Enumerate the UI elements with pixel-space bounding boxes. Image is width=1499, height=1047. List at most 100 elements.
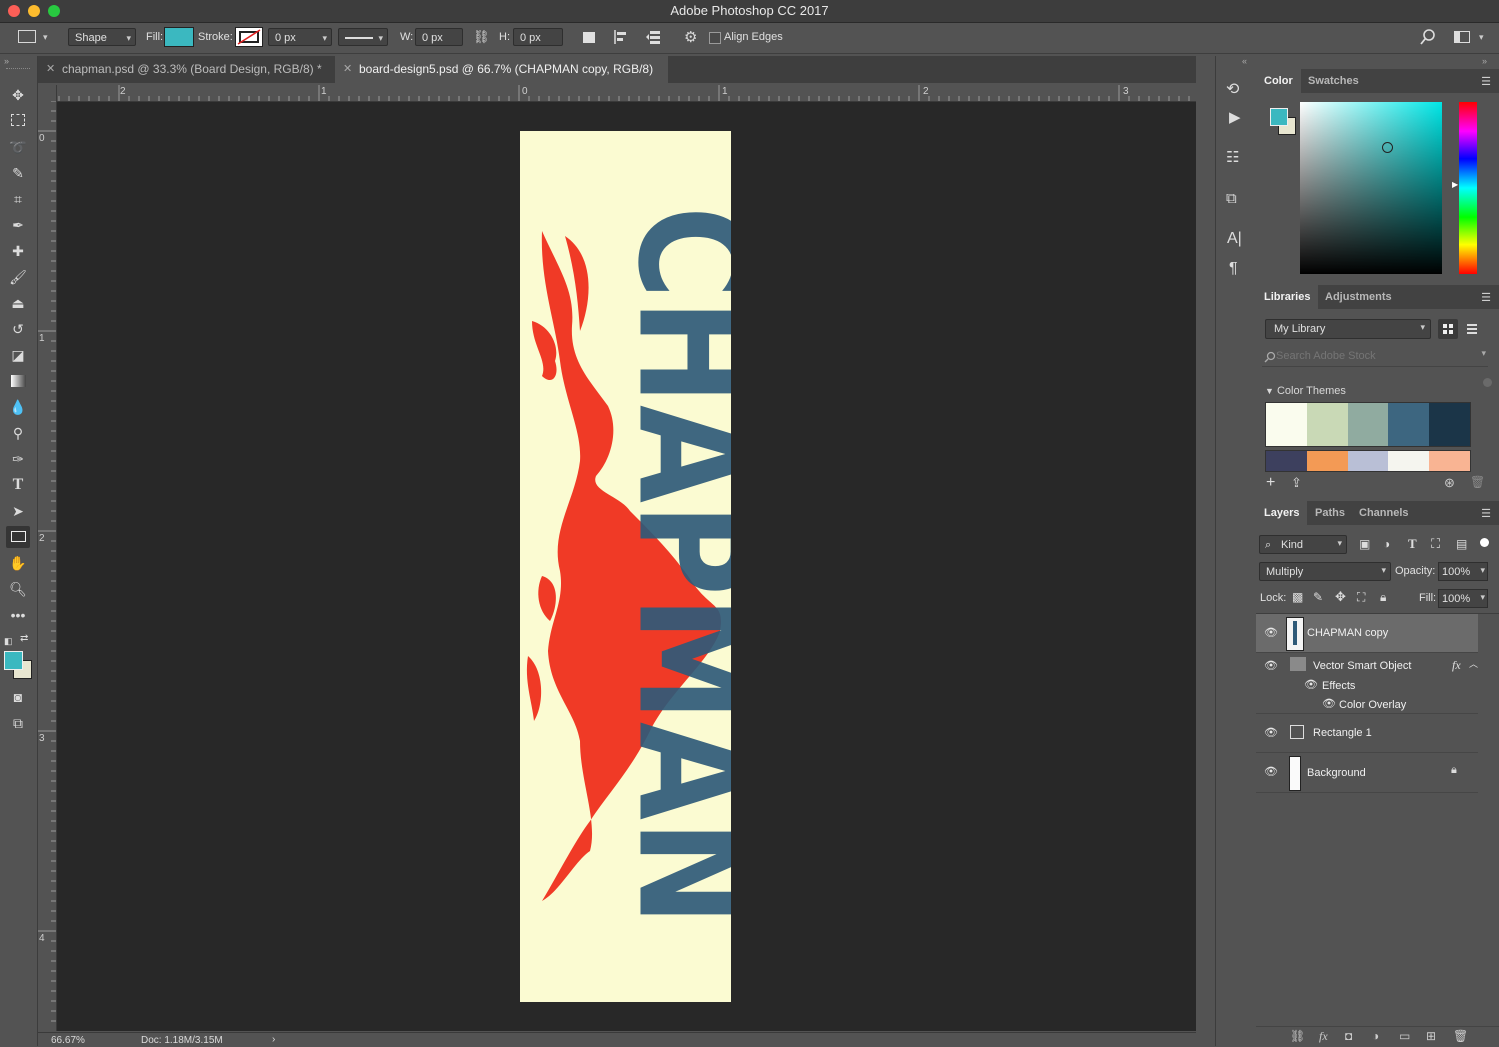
workspace-switcher-icon[interactable]: [1454, 31, 1470, 43]
layer-row-vector-smart-object[interactable]: 👁︎ Vector Smart Object fx ︿ 👁︎ Effects 👁…: [1256, 653, 1478, 714]
tab-adjustments[interactable]: Adjustments: [1317, 285, 1400, 309]
color-overlay-label[interactable]: Color Overlay: [1339, 699, 1406, 711]
eye-icon[interactable]: 👁︎: [1264, 659, 1278, 672]
tab-libraries[interactable]: Libraries: [1256, 285, 1319, 309]
theme-swatch[interactable]: [1266, 451, 1307, 471]
tab-board-design5-psd[interactable]: ✕ board-design5.psd @ 66.7% (CHAPMAN cop…: [335, 56, 668, 83]
quick-selection-tool-icon[interactable]: ✎: [6, 162, 30, 184]
trash-icon[interactable]: 🗑︎: [1453, 1029, 1468, 1043]
lock-position-icon[interactable]: ✥: [1335, 589, 1346, 605]
chevron-down-icon[interactable]: ▾: [43, 32, 48, 43]
color-theme-2[interactable]: [1265, 450, 1471, 472]
add-layer-style-icon[interactable]: fx: [1319, 1029, 1328, 1044]
theme-swatch[interactable]: [1388, 451, 1430, 471]
color-theme-1[interactable]: [1265, 402, 1471, 447]
vertical-ruler[interactable]: 0 1 2 3 4: [38, 101, 57, 1031]
lock-transparent-pixels-icon[interactable]: ▩: [1292, 590, 1303, 604]
gear-icon[interactable]: ⚙: [684, 28, 697, 46]
scrollbar-thumb[interactable]: [1483, 378, 1492, 387]
layer-row-background[interactable]: 👁︎ Background 🔒︎: [1256, 753, 1478, 793]
layer-comps-icon[interactable]: ⧉: [1226, 190, 1237, 207]
tab-layers[interactable]: Layers: [1256, 501, 1308, 525]
type-layer-filter-icon[interactable]: T: [1408, 536, 1417, 552]
close-tab-icon[interactable]: ✕: [343, 56, 352, 83]
fx-indicator[interactable]: fx: [1452, 658, 1461, 673]
brush-tool-icon[interactable]: 🖌: [6, 266, 30, 288]
quick-mask-icon[interactable]: ◙: [6, 686, 30, 708]
tool-mode-select[interactable]: Shape ▾: [68, 28, 136, 46]
smart-object-filter-icon[interactable]: ▤: [1456, 537, 1467, 551]
new-adjustment-layer-icon[interactable]: ◑: [1372, 1029, 1379, 1043]
eye-icon[interactable]: 👁︎: [1264, 765, 1278, 778]
tab-swatches[interactable]: Swatches: [1300, 69, 1367, 93]
upload-icon[interactable]: ⇪: [1291, 475, 1302, 491]
eye-icon[interactable]: 👁︎: [1304, 678, 1318, 691]
color-themes-header[interactable]: ▼ Color Themes: [1265, 385, 1346, 397]
move-tool-icon[interactable]: ✥: [6, 84, 30, 106]
eye-icon[interactable]: 👁︎: [1322, 697, 1336, 710]
tab-paths[interactable]: Paths: [1307, 501, 1353, 525]
collapse-effects-icon[interactable]: ︿: [1469, 657, 1478, 670]
eye-icon[interactable]: 👁︎: [1264, 726, 1278, 739]
properties-panel-icon[interactable]: ☷: [1226, 148, 1239, 166]
rectangle-tool-icon[interactable]: [6, 526, 30, 548]
effects-label[interactable]: Effects: [1322, 680, 1355, 692]
blur-tool-icon[interactable]: 💧: [6, 396, 30, 418]
color-foreground-swatch[interactable]: [1270, 108, 1288, 126]
filter-toggle-switch[interactable]: [1480, 538, 1489, 547]
lock-all-icon[interactable]: 🔒︎: [1380, 590, 1386, 605]
path-alignment-icon[interactable]: [613, 29, 629, 45]
creative-cloud-icon[interactable]: ⊛: [1444, 475, 1455, 491]
pen-tool-icon[interactable]: ✑: [6, 448, 30, 470]
grid-view-button[interactable]: [1438, 319, 1458, 339]
zoom-level[interactable]: 66.67%: [51, 1035, 85, 1046]
panel-menu-icon[interactable]: ☰: [1481, 75, 1491, 88]
theme-swatch[interactable]: [1388, 403, 1430, 446]
layer-filter-select[interactable]: ⌕ Kind ▾: [1259, 535, 1347, 554]
lock-artboard-icon[interactable]: ⛶: [1357, 590, 1365, 605]
path-operations-icon[interactable]: [583, 32, 595, 43]
layer-row-rectangle-1[interactable]: 👁︎ Rectangle 1: [1256, 714, 1478, 753]
pixel-layer-filter-icon[interactable]: ▣: [1359, 537, 1370, 551]
stroke-color-swatch[interactable]: [235, 27, 263, 47]
document-artboard[interactable]: CHAPMAN: [520, 131, 731, 1002]
paragraph-panel-icon[interactable]: ¶: [1229, 260, 1238, 278]
search-icon[interactable]: [1420, 29, 1436, 45]
link-icon[interactable]: ⛓: [473, 29, 490, 45]
stock-search-field[interactable]: ▾: [1262, 348, 1488, 367]
collapse-arrows-icon[interactable]: »: [1482, 56, 1487, 66]
new-group-icon[interactable]: ▭: [1399, 1029, 1410, 1043]
panel-grip[interactable]: [6, 68, 30, 71]
collapse-arrows-icon[interactable]: »: [4, 56, 9, 66]
opacity-input[interactable]: 100% ▾: [1438, 562, 1488, 581]
lock-image-pixels-icon[interactable]: ✎: [1313, 590, 1323, 604]
eye-icon[interactable]: 👁︎: [1264, 626, 1278, 639]
eyedropper-tool-icon[interactable]: ✒: [6, 214, 30, 236]
hue-slider-handle[interactable]: ▶: [1452, 180, 1458, 189]
color-picker-cursor[interactable]: [1382, 142, 1393, 153]
eraser-tool-icon[interactable]: ◪: [6, 344, 30, 366]
layer-row-chapman-copy[interactable]: 👁︎ CHAPMAN copy: [1256, 614, 1478, 653]
chevron-down-icon[interactable]: ▾: [1481, 348, 1486, 359]
default-colors-icon[interactable]: ◧: [4, 636, 13, 647]
zoom-tool-icon[interactable]: 🔍︎: [6, 578, 30, 600]
theme-swatch[interactable]: [1429, 403, 1470, 446]
add-element-icon[interactable]: +: [1266, 474, 1275, 492]
swap-colors-icon[interactable]: ⇄: [20, 633, 28, 644]
theme-swatch[interactable]: [1347, 403, 1389, 446]
status-menu-arrow-icon[interactable]: ›: [272, 1034, 275, 1045]
rectangle-tool-preset-icon[interactable]: [18, 30, 36, 43]
dodge-tool-icon[interactable]: ⚲: [6, 422, 30, 444]
ruler-origin[interactable]: [38, 85, 57, 102]
tab-channels[interactable]: Channels: [1351, 501, 1417, 525]
crop-tool-icon[interactable]: ⌗: [6, 188, 30, 210]
collapse-arrows-icon[interactable]: «: [1242, 56, 1247, 66]
close-tab-icon[interactable]: ✕: [46, 56, 55, 83]
library-select[interactable]: My Library ▾: [1265, 319, 1431, 339]
marquee-tool-icon[interactable]: [6, 110, 30, 132]
clone-stamp-tool-icon[interactable]: ⏏: [6, 292, 30, 314]
fill-input[interactable]: 100% ▾: [1438, 589, 1488, 608]
hand-tool-icon[interactable]: ✋: [6, 552, 30, 574]
more-tools-icon[interactable]: •••: [6, 604, 30, 626]
add-mask-icon[interactable]: ◘: [1345, 1029, 1352, 1043]
